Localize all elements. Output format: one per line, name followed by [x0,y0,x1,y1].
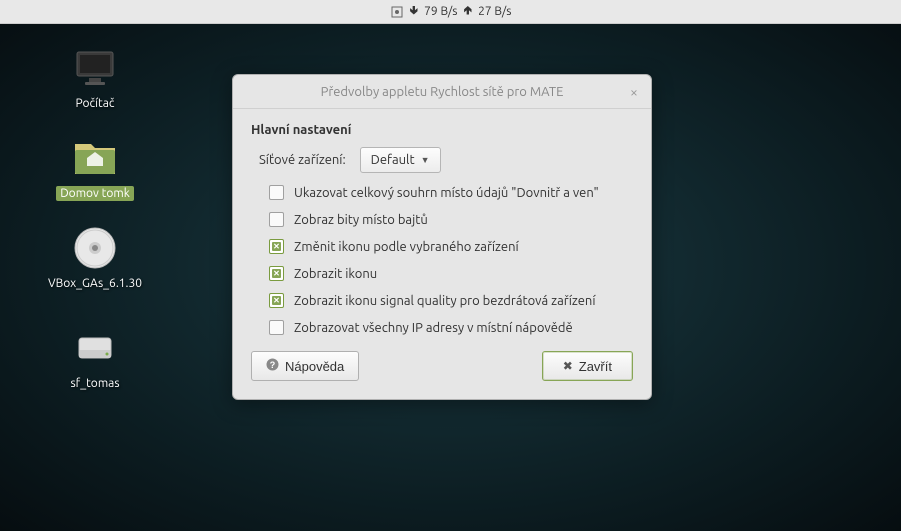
optical-disc-icon [71,224,119,272]
option-row: Změnit ikonu podle vybraného zařízení [269,239,633,254]
help-button[interactable]: ? Nápověda [251,351,359,381]
option-row: Zobraz bity místo bajtů [269,212,633,227]
device-field-row: Síťové zařízení: Default ▼ [251,147,633,173]
icon-label: VBox_GAs_6.1.30 [44,276,146,291]
checkbox-label: Zobraz bity místo bajtů [294,213,428,227]
checkbox-change-icon[interactable] [269,239,284,254]
option-row: Ukazovat celkový souhrn místo údajů "Dov… [269,185,633,200]
icon-label: Domov tomk [56,186,134,201]
drive-icon [71,324,119,372]
checkbox-label: Zobrazovat všechny IP adresy v místní ná… [294,321,573,335]
close-icon[interactable]: × [625,83,643,101]
dropdown-value: Default [371,153,415,167]
checkbox-label: Změnit ikonu podle vybraného zařízení [294,240,519,254]
dialog-footer: ? Nápověda ✖ Zavřít [251,351,633,385]
checkbox-label: Zobrazit ikonu signal quality pro bezdrá… [294,294,596,308]
device-dropdown[interactable]: Default ▼ [360,147,441,173]
desktop-icon-drive[interactable]: sf_tomas [45,324,145,391]
button-label: Nápověda [285,359,344,374]
dialog-titlebar[interactable]: Předvolby appletu Rychlost sítě pro MATE… [233,75,651,109]
option-row: Zobrazit ikonu [269,266,633,281]
desktop-icon-computer[interactable]: Počítač [45,44,145,111]
desktop-icon-disc[interactable]: VBox_GAs_6.1.30 [45,224,145,291]
device-label: Síťové zařízení: [259,153,346,167]
options-list: Ukazovat celkový souhrn místo údajů "Dov… [251,185,633,335]
close-x-icon: ✖ [563,359,573,373]
option-row: Zobrazovat všechny IP adresy v místní ná… [269,320,633,335]
preferences-dialog: Předvolby appletu Rychlost sítě pro MATE… [232,74,652,400]
checkbox-show-icon[interactable] [269,266,284,281]
dialog-body: Hlavní nastavení Síťové zařízení: Defaul… [233,109,651,399]
download-speed: 79 B/s [424,5,457,18]
folder-home-icon [71,134,119,182]
upload-speed: 27 B/s [478,5,511,18]
checkbox-signal-quality[interactable] [269,293,284,308]
icon-label: sf_tomas [66,376,123,391]
chevron-down-icon: ▼ [421,155,430,165]
section-title: Hlavní nastavení [251,123,633,137]
help-icon: ? [266,358,279,374]
checkbox-label: Zobrazit ikonu [294,267,377,281]
button-label: Zavřít [579,359,612,374]
dialog-title: Předvolby appletu Rychlost sítě pro MATE [321,85,564,99]
desktop: Počítač Domov tomk VBox_GAs_6.1.30 sf_to… [0,24,901,531]
icon-label: Počítač [71,96,118,111]
checkbox-show-sum[interactable] [269,185,284,200]
down-arrow-icon: 🢃 [410,1,419,22]
network-applet-icon[interactable] [390,5,404,19]
desktop-icon-home[interactable]: Domov tomk [45,134,145,201]
top-panel: 🢃 79 B/s 🢁 27 B/s [0,0,901,24]
up-arrow-icon: 🢁 [464,1,473,22]
svg-text:?: ? [270,360,276,370]
checkbox-label: Ukazovat celkový souhrn místo údajů "Dov… [294,186,599,200]
close-button[interactable]: ✖ Zavřít [542,351,633,381]
monitor-icon [71,44,119,92]
option-row: Zobrazit ikonu signal quality pro bezdrá… [269,293,633,308]
checkbox-show-bits[interactable] [269,212,284,227]
checkbox-all-ips[interactable] [269,320,284,335]
